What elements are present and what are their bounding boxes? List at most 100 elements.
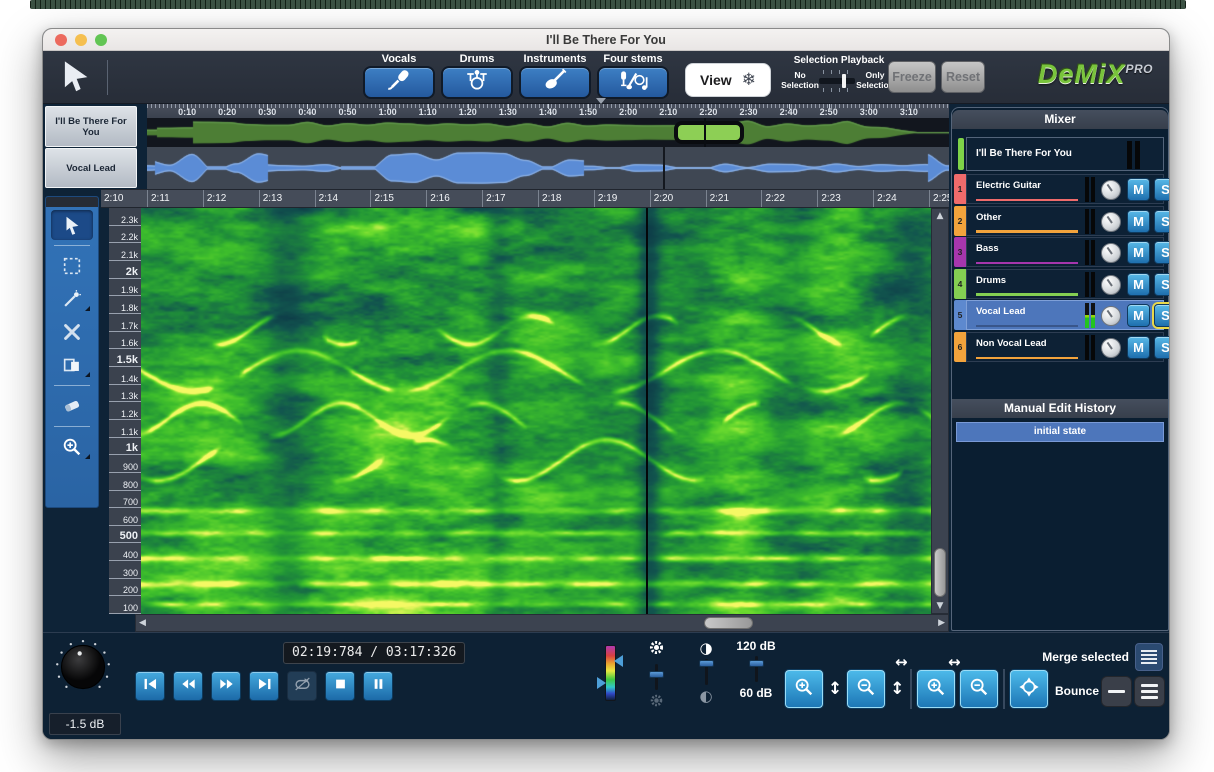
stop-button[interactable] (325, 671, 355, 701)
time-ruler[interactable]: 2:102:112:122:132:142:152:162:172:182:19… (101, 189, 949, 208)
overview-waveform[interactable] (147, 118, 949, 147)
mute-button[interactable]: M (1127, 178, 1150, 201)
vocals-button[interactable] (363, 66, 435, 99)
mixer-header: Mixer (952, 110, 1168, 129)
logo-text: DeMiX (1038, 59, 1126, 89)
rewind-button[interactable] (173, 671, 203, 701)
pan-knob[interactable] (1101, 275, 1121, 295)
pan-knob[interactable] (1101, 243, 1121, 263)
db-range-slider[interactable] (755, 656, 758, 682)
horizontal-zoom-in-button[interactable] (917, 670, 955, 708)
four-stems-icon-button[interactable] (597, 66, 669, 99)
minimize-window-button[interactable] (75, 34, 87, 46)
vocal-waveform-playhead[interactable] (663, 147, 665, 189)
vertical-scrollbar-thumb[interactable] (934, 548, 946, 596)
mixer-track-row-drums[interactable]: 4DrumsMS (966, 269, 1164, 299)
mute-button[interactable]: M (1127, 273, 1150, 296)
brightness-slider[interactable] (655, 664, 658, 690)
mute-button[interactable]: M (1127, 241, 1150, 264)
mixer-track-row-other[interactable]: 2OtherMS (966, 206, 1164, 236)
horizontal-scrollbar[interactable]: ◀ ▶ (135, 614, 949, 632)
vertical-zoom-in-button[interactable] (785, 670, 823, 708)
pan-knob[interactable] (1101, 180, 1121, 200)
overview-playhead-marker[interactable] (596, 98, 606, 104)
time-ruler-tick: 2:20 (650, 190, 706, 207)
marquee-selection-tool[interactable] (51, 251, 93, 281)
spectrogram-canvas[interactable] (141, 208, 931, 614)
vocal-lead-waveform[interactable] (147, 147, 949, 189)
magic-wand-tool[interactable] (51, 284, 93, 314)
vertical-zoom-out-button[interactable] (847, 670, 885, 708)
mute-button[interactable]: M (1127, 210, 1150, 233)
scroll-left-arrow-icon[interactable]: ◀ (139, 615, 146, 631)
spectrogram-playhead[interactable] (646, 208, 648, 614)
solo-button[interactable]: S (1154, 178, 1170, 201)
solo-button[interactable]: S (1154, 273, 1170, 296)
horizontal-zoom-out-button[interactable] (960, 670, 998, 708)
view-button[interactable]: View ❄ (685, 63, 771, 97)
fast-forward-button[interactable] (211, 671, 241, 701)
master-volume-knob[interactable] (55, 639, 111, 695)
track-number-tab: 5 (954, 300, 966, 330)
horizontal-scrollbar-thumb[interactable] (704, 617, 753, 629)
bounce-single-button[interactable] (1101, 676, 1132, 707)
pan-knob[interactable] (1101, 338, 1121, 358)
mixer-track-row-electric-guitar[interactable]: 1Electric GuitarMS (966, 174, 1164, 204)
master-track-name: I'll Be There For You (976, 148, 1072, 159)
solo-button[interactable]: S (1154, 304, 1170, 327)
spectrogram-view[interactable] (141, 208, 931, 614)
pan-knob[interactable] (1101, 212, 1121, 232)
delete-selection-tool[interactable] (51, 317, 93, 347)
freeze-button[interactable]: Freeze (888, 61, 936, 93)
pan-knob[interactable] (1101, 306, 1121, 326)
mute-button[interactable]: M (1127, 304, 1150, 327)
clone-tool[interactable] (51, 350, 93, 380)
db-min-label: 60 dB (733, 686, 779, 700)
merge-selected-button[interactable] (1135, 643, 1163, 671)
instruments-button[interactable] (519, 66, 591, 99)
colormap-lower-handle[interactable] (597, 677, 606, 689)
mixer-track-row-bass[interactable]: 3BassMS (966, 237, 1164, 267)
overview-playhead[interactable] (704, 118, 706, 147)
loop-button[interactable] (287, 671, 317, 701)
close-window-button[interactable] (55, 34, 67, 46)
solo-button[interactable]: S (1154, 336, 1170, 359)
pause-button[interactable] (363, 671, 393, 701)
mixer-panel: Mixer I'll Be There For You 1Electric Gu… (951, 107, 1169, 631)
pointer-tool[interactable] (51, 210, 93, 240)
viewport-selection-box[interactable] (674, 121, 744, 144)
solo-button[interactable]: S (1154, 210, 1170, 233)
go-to-start-button[interactable] (135, 671, 165, 701)
overview-time-ruler[interactable]: 0:100:200:300:400:501:001:101:201:301:40… (147, 104, 949, 118)
frequency-label: 1.2k (121, 409, 138, 419)
solo-button[interactable]: S (1154, 241, 1170, 264)
zoom-tool[interactable] (51, 432, 93, 462)
overview-ruler-tick: 1:20 (459, 107, 477, 117)
track-level-meter (1085, 272, 1096, 297)
contrast-slider[interactable] (705, 659, 708, 685)
zoom-window-button[interactable] (95, 34, 107, 46)
time-ruler-tick: 2:13 (259, 190, 315, 207)
mute-button[interactable]: M (1127, 336, 1150, 359)
scroll-right-arrow-icon[interactable]: ▶ (938, 615, 945, 631)
colormap-upper-handle[interactable] (614, 655, 623, 667)
mixer-track-row-vocal-lead[interactable]: 5Vocal LeadMS◎ (966, 300, 1164, 330)
selection-playback-slider[interactable] (819, 69, 855, 93)
eraser-tool[interactable] (51, 391, 93, 421)
history-entry[interactable]: initial state (956, 422, 1164, 442)
mixer-track-row-non-vocal-lead[interactable]: 6Non Vocal LeadMS (966, 332, 1164, 362)
drums-button[interactable] (441, 66, 513, 99)
colormap-strip[interactable] (605, 645, 616, 701)
vertical-scrollbar[interactable]: ▲ ▼ (931, 208, 949, 614)
scroll-down-arrow-icon[interactable]: ▼ (932, 599, 948, 613)
overview-ruler-tick: 1:50 (579, 107, 597, 117)
master-track-row[interactable]: I'll Be There For You (966, 137, 1164, 171)
time-ruler-tick: 2:19 (594, 190, 650, 207)
go-to-end-button[interactable] (249, 671, 279, 701)
scroll-up-arrow-icon[interactable]: ▲ (932, 209, 948, 223)
snowflake-icon: ❄ (742, 70, 756, 90)
bounce-multi-button[interactable] (1134, 676, 1165, 707)
bounce-label: Bounce (1023, 684, 1099, 698)
reset-button[interactable]: Reset (941, 61, 985, 93)
tool-palette-grip[interactable] (46, 197, 98, 207)
